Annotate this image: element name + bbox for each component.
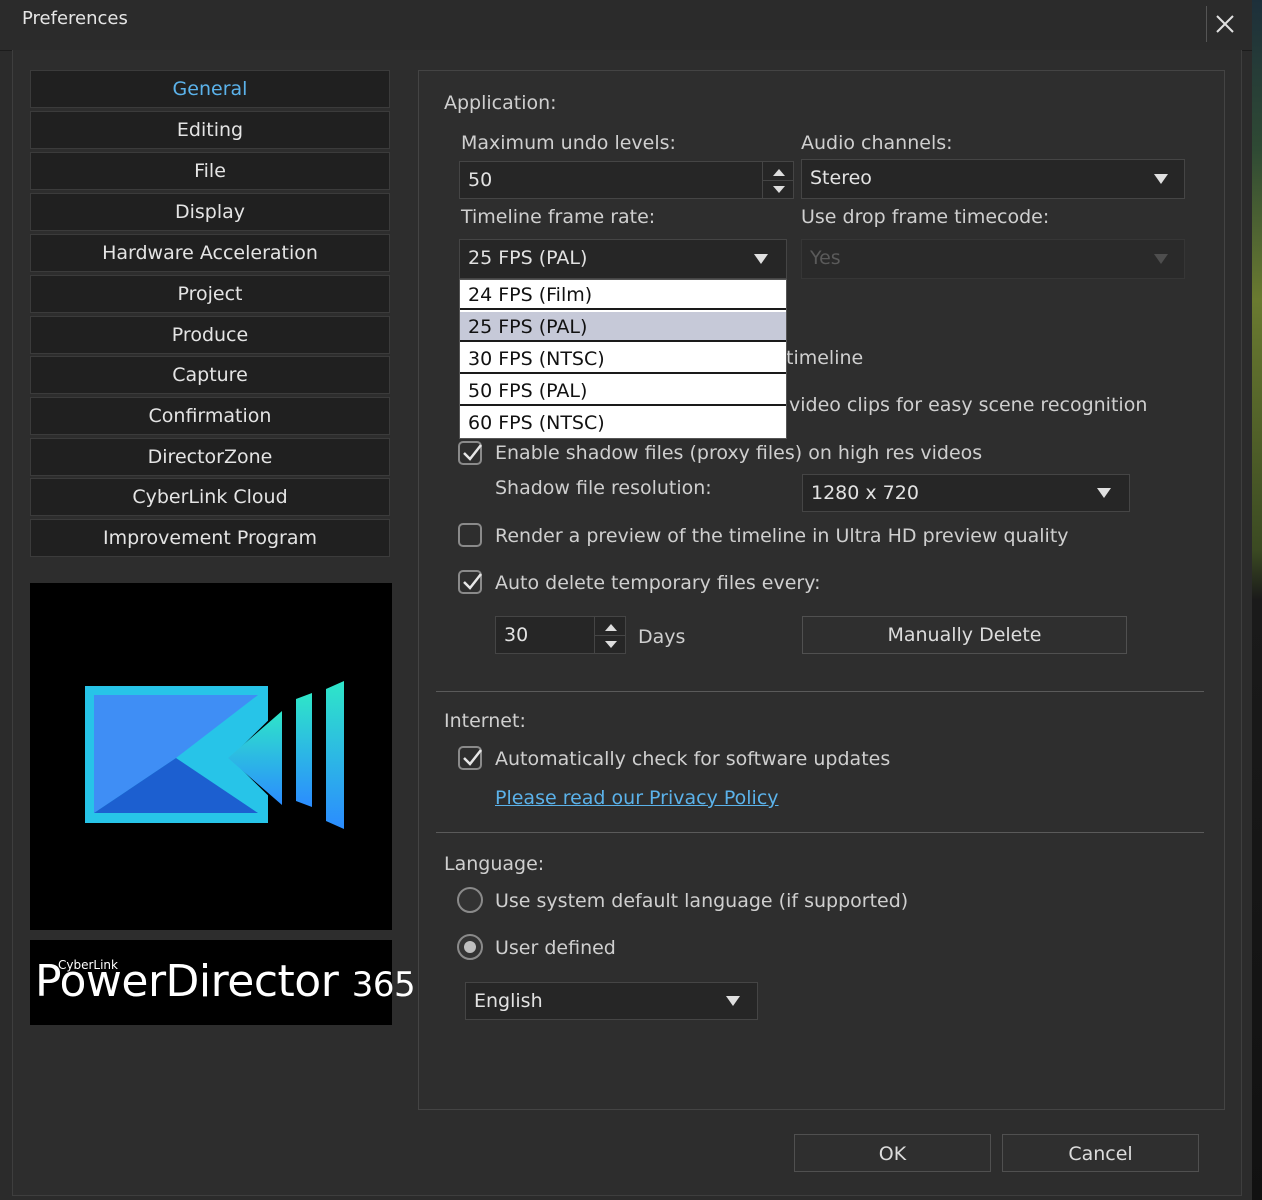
drop-frame-select: Yes bbox=[801, 239, 1185, 279]
frame-rate-option[interactable]: 24 FPS (Film) bbox=[460, 280, 786, 310]
system-language-label: Use system default language (if supporte… bbox=[495, 890, 909, 912]
brand-version: 365 bbox=[351, 965, 416, 1005]
sidebar-item-file[interactable]: File bbox=[30, 152, 390, 190]
obscured-option-text-2: video clips for easy scene recognition bbox=[789, 394, 1148, 416]
ok-button[interactable]: OK bbox=[794, 1134, 991, 1172]
stepper-down-icon[interactable] bbox=[605, 641, 617, 648]
audio-channels-label: Audio channels: bbox=[801, 132, 953, 154]
undo-levels-input[interactable]: 50 bbox=[459, 161, 763, 199]
render-preview-checkbox[interactable] bbox=[458, 523, 482, 547]
stepper-up-icon[interactable] bbox=[605, 624, 617, 631]
title-bar: Preferences bbox=[0, 0, 1252, 51]
checkmark-icon bbox=[463, 444, 482, 461]
product-logo bbox=[30, 583, 392, 930]
chevron-down-icon bbox=[1154, 174, 1168, 184]
shadow-files-label: Enable shadow files (proxy files) on hig… bbox=[495, 442, 983, 464]
brand-banner: CyberLink PowerDirector 365 bbox=[30, 940, 416, 1025]
sidebar-item-improvement-program[interactable]: Improvement Program bbox=[30, 519, 390, 557]
stepper-divider bbox=[595, 635, 625, 636]
section-application: Application: bbox=[444, 92, 557, 114]
obscured-option-text-1: timeline bbox=[786, 347, 864, 369]
background-app-strip bbox=[1252, 0, 1262, 1200]
brand-product-name: PowerDirector 365 bbox=[35, 956, 416, 1007]
shadow-resolution-select[interactable]: 1280 x 720 bbox=[802, 474, 1130, 512]
undo-levels-stepper[interactable] bbox=[762, 161, 794, 199]
section-divider bbox=[436, 691, 1204, 692]
shadow-resolution-label: Shadow file resolution: bbox=[495, 477, 712, 499]
stepper-down-icon[interactable] bbox=[773, 186, 785, 193]
brand-name-text: PowerDirector bbox=[35, 956, 339, 1007]
chevron-down-icon bbox=[754, 254, 768, 264]
cancel-button[interactable]: Cancel bbox=[1002, 1134, 1199, 1172]
auto-update-checkbox[interactable] bbox=[458, 746, 482, 770]
chevron-down-icon bbox=[1154, 254, 1168, 264]
frame-rate-option[interactable]: 50 FPS (PAL) bbox=[460, 376, 786, 406]
close-icon bbox=[1216, 15, 1234, 33]
manually-delete-button[interactable]: Manually Delete bbox=[802, 616, 1127, 654]
stepper-divider bbox=[763, 180, 793, 181]
frame-rate-option-selected[interactable]: 25 FPS (PAL) bbox=[460, 312, 786, 342]
drop-frame-value: Yes bbox=[810, 247, 841, 269]
days-label: Days bbox=[638, 626, 686, 648]
frame-rate-dropdown-list: 24 FPS (Film) 25 FPS (PAL) 30 FPS (NTSC)… bbox=[459, 279, 787, 439]
stepper-up-icon[interactable] bbox=[773, 169, 785, 176]
close-button[interactable] bbox=[1206, 6, 1243, 42]
powerdirector-logo-icon bbox=[85, 681, 344, 829]
language-select[interactable]: English bbox=[465, 982, 758, 1020]
system-language-radio[interactable] bbox=[457, 887, 483, 913]
undo-levels-label: Maximum undo levels: bbox=[461, 132, 676, 154]
sidebar-item-hardware-acceleration[interactable]: Hardware Acceleration bbox=[30, 234, 390, 272]
section-language: Language: bbox=[444, 853, 545, 875]
language-value: English bbox=[474, 990, 543, 1012]
audio-channels-value: Stereo bbox=[810, 167, 872, 189]
sidebar-item-project[interactable]: Project bbox=[30, 275, 390, 313]
sidebar-item-general[interactable]: General bbox=[30, 70, 390, 108]
chevron-down-icon bbox=[1097, 488, 1111, 498]
user-defined-label: User defined bbox=[495, 937, 616, 959]
sidebar-item-display[interactable]: Display bbox=[30, 193, 390, 231]
radio-selected-dot bbox=[464, 941, 476, 953]
privacy-policy-link[interactable]: Please read our Privacy Policy bbox=[495, 787, 779, 809]
section-internet: Internet: bbox=[444, 710, 526, 732]
user-defined-radio[interactable] bbox=[457, 934, 483, 960]
auto-delete-label: Auto delete temporary files every: bbox=[495, 572, 821, 594]
checkmark-icon bbox=[463, 749, 482, 766]
window-title: Preferences bbox=[22, 8, 128, 29]
shadow-files-checkbox[interactable] bbox=[458, 441, 482, 465]
frame-rate-option[interactable]: 30 FPS (NTSC) bbox=[460, 344, 786, 374]
sidebar-item-capture[interactable]: Capture bbox=[30, 356, 390, 394]
sidebar-item-cyberlink-cloud[interactable]: CyberLink Cloud bbox=[30, 478, 390, 516]
days-stepper[interactable] bbox=[594, 616, 626, 654]
frame-rate-label: Timeline frame rate: bbox=[461, 206, 656, 228]
section-divider bbox=[436, 832, 1204, 833]
sidebar-item-confirmation[interactable]: Confirmation bbox=[30, 397, 390, 435]
sidebar-item-directorzone[interactable]: DirectorZone bbox=[30, 438, 390, 476]
drop-frame-label: Use drop frame timecode: bbox=[801, 206, 1050, 228]
frame-rate-option[interactable]: 60 FPS (NTSC) bbox=[460, 408, 786, 438]
sidebar-item-produce[interactable]: Produce bbox=[30, 316, 390, 354]
preferences-dialog: Preferences General Editing File Display… bbox=[0, 0, 1252, 1200]
checkmark-icon bbox=[463, 573, 482, 590]
frame-rate-select[interactable]: 25 FPS (PAL) bbox=[459, 239, 787, 279]
render-preview-label: Render a preview of the timeline in Ultr… bbox=[495, 525, 1069, 547]
audio-channels-select[interactable]: Stereo bbox=[801, 159, 1185, 199]
days-input[interactable]: 30 bbox=[495, 616, 595, 654]
frame-rate-value: 25 FPS (PAL) bbox=[468, 247, 588, 269]
auto-delete-checkbox[interactable] bbox=[458, 570, 482, 594]
shadow-resolution-value: 1280 x 720 bbox=[811, 482, 919, 504]
sidebar-item-editing[interactable]: Editing bbox=[30, 111, 390, 149]
chevron-down-icon bbox=[726, 996, 740, 1006]
auto-update-label: Automatically check for software updates bbox=[495, 748, 891, 770]
